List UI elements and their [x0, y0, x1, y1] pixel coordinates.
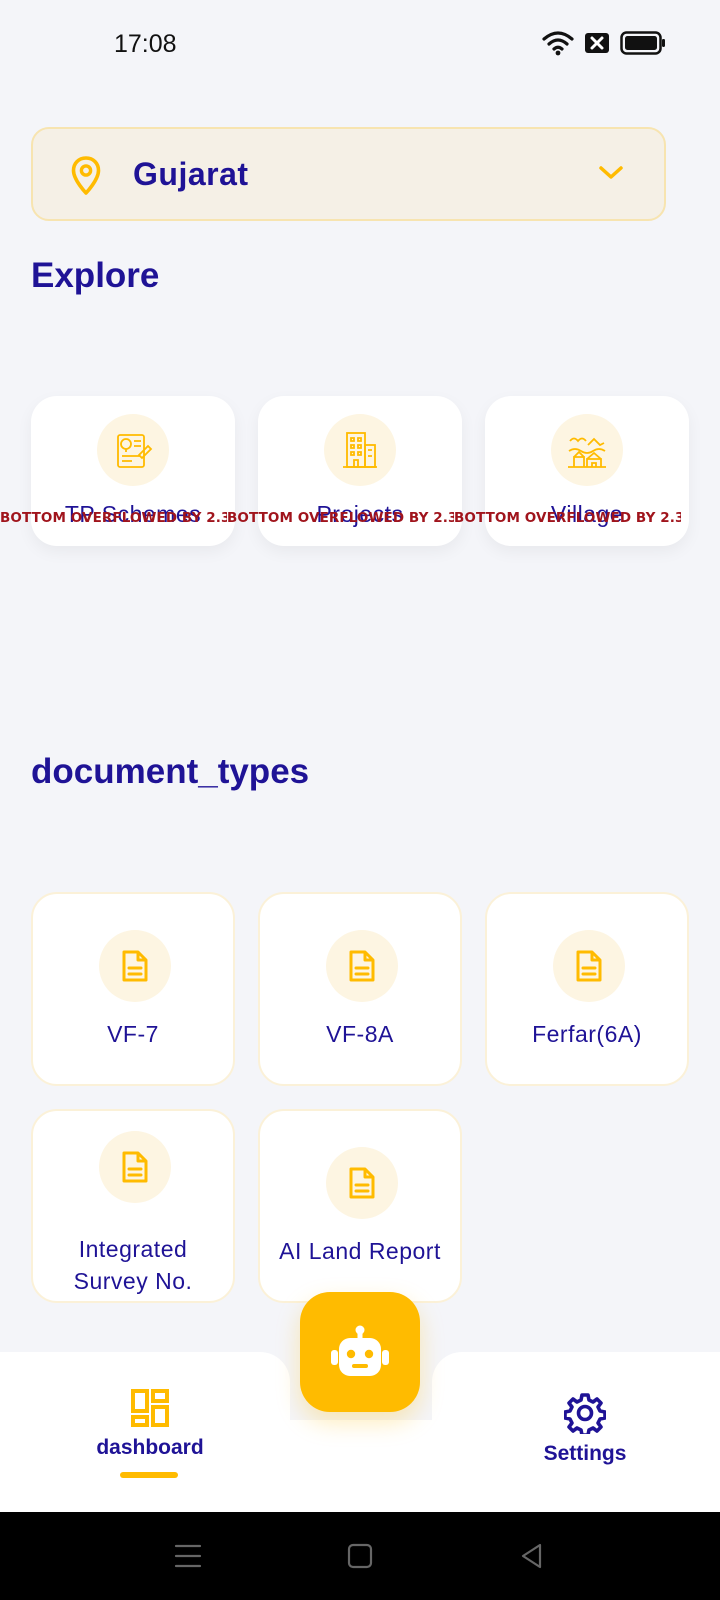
document-types-title: document_types	[31, 752, 310, 791]
state-name: Gujarat	[133, 156, 249, 192]
document-icon	[99, 1131, 171, 1203]
menu-icon[interactable]	[173, 1542, 203, 1570]
building-icon	[324, 414, 396, 486]
document-tile-vf-7[interactable]: VF-7	[31, 892, 235, 1086]
status-icons	[542, 30, 666, 56]
document-icon	[553, 930, 625, 1002]
tp-scheme-icon	[97, 414, 169, 486]
battery-icon	[620, 31, 665, 55]
nav-settings-label: Settings	[543, 1442, 627, 1465]
system-navigation-bar	[0, 1512, 720, 1600]
robot-icon	[331, 1325, 389, 1376]
sim-blocked-icon	[585, 33, 609, 53]
chevron-down-icon	[599, 166, 623, 179]
status-bar: 17:08	[0, 0, 720, 90]
document-label: VF-7	[107, 1021, 159, 1047]
document-tile-ferfar[interactable]: Ferfar(6A)	[485, 892, 689, 1086]
document-label: VF-8A	[326, 1021, 394, 1047]
document-icon	[326, 930, 398, 1002]
dashboard-icon	[131, 1389, 169, 1427]
overflow-warning: BOTTOM OVERFLOWED BY 2.3 PIBOTTOM OVERFL…	[0, 510, 720, 530]
nav-active-indicator	[120, 1472, 178, 1478]
state-selector[interactable]: Gujarat	[31, 127, 666, 221]
overflow-message: BOTTOM OVERFLOWED BY 2.3 PIXELS	[454, 510, 681, 526]
document-label: Integrated Survey No. DE...	[73, 1236, 193, 1294]
location-pin-icon	[71, 156, 101, 195]
bottom-nav-mid	[280, 1420, 440, 1512]
overflow-message: BOTTOM OVERFLOWED BY 2.3 PI	[0, 510, 227, 526]
home-icon[interactable]	[346, 1542, 374, 1570]
document-label: AI Land Report	[279, 1238, 441, 1264]
assistant-fab[interactable]	[300, 1292, 420, 1412]
document-icon	[326, 1147, 398, 1219]
back-icon[interactable]	[518, 1542, 546, 1570]
wifi-icon	[542, 31, 574, 56]
document-tile-vf-8a[interactable]: VF-8A	[258, 892, 462, 1086]
explore-title: Explore	[31, 256, 160, 295]
document-tile-ai-land-report[interactable]: AI Land Report	[258, 1109, 462, 1303]
nav-dashboard[interactable]: dashboard	[90, 1388, 210, 1460]
document-icon	[99, 930, 171, 1002]
overflow-message: BOTTOM OVERFLOWED BY 2.3 PI	[227, 510, 454, 526]
nav-dashboard-label: dashboard	[96, 1436, 204, 1459]
village-icon	[551, 414, 623, 486]
gear-icon	[564, 1393, 606, 1434]
document-label: Ferfar(6A)	[532, 1021, 642, 1047]
status-time: 17:08	[114, 30, 177, 58]
nav-settings[interactable]: Settings	[525, 1392, 645, 1466]
document-tile-integrated-survey[interactable]: Integrated Survey No. DE...	[31, 1109, 235, 1303]
